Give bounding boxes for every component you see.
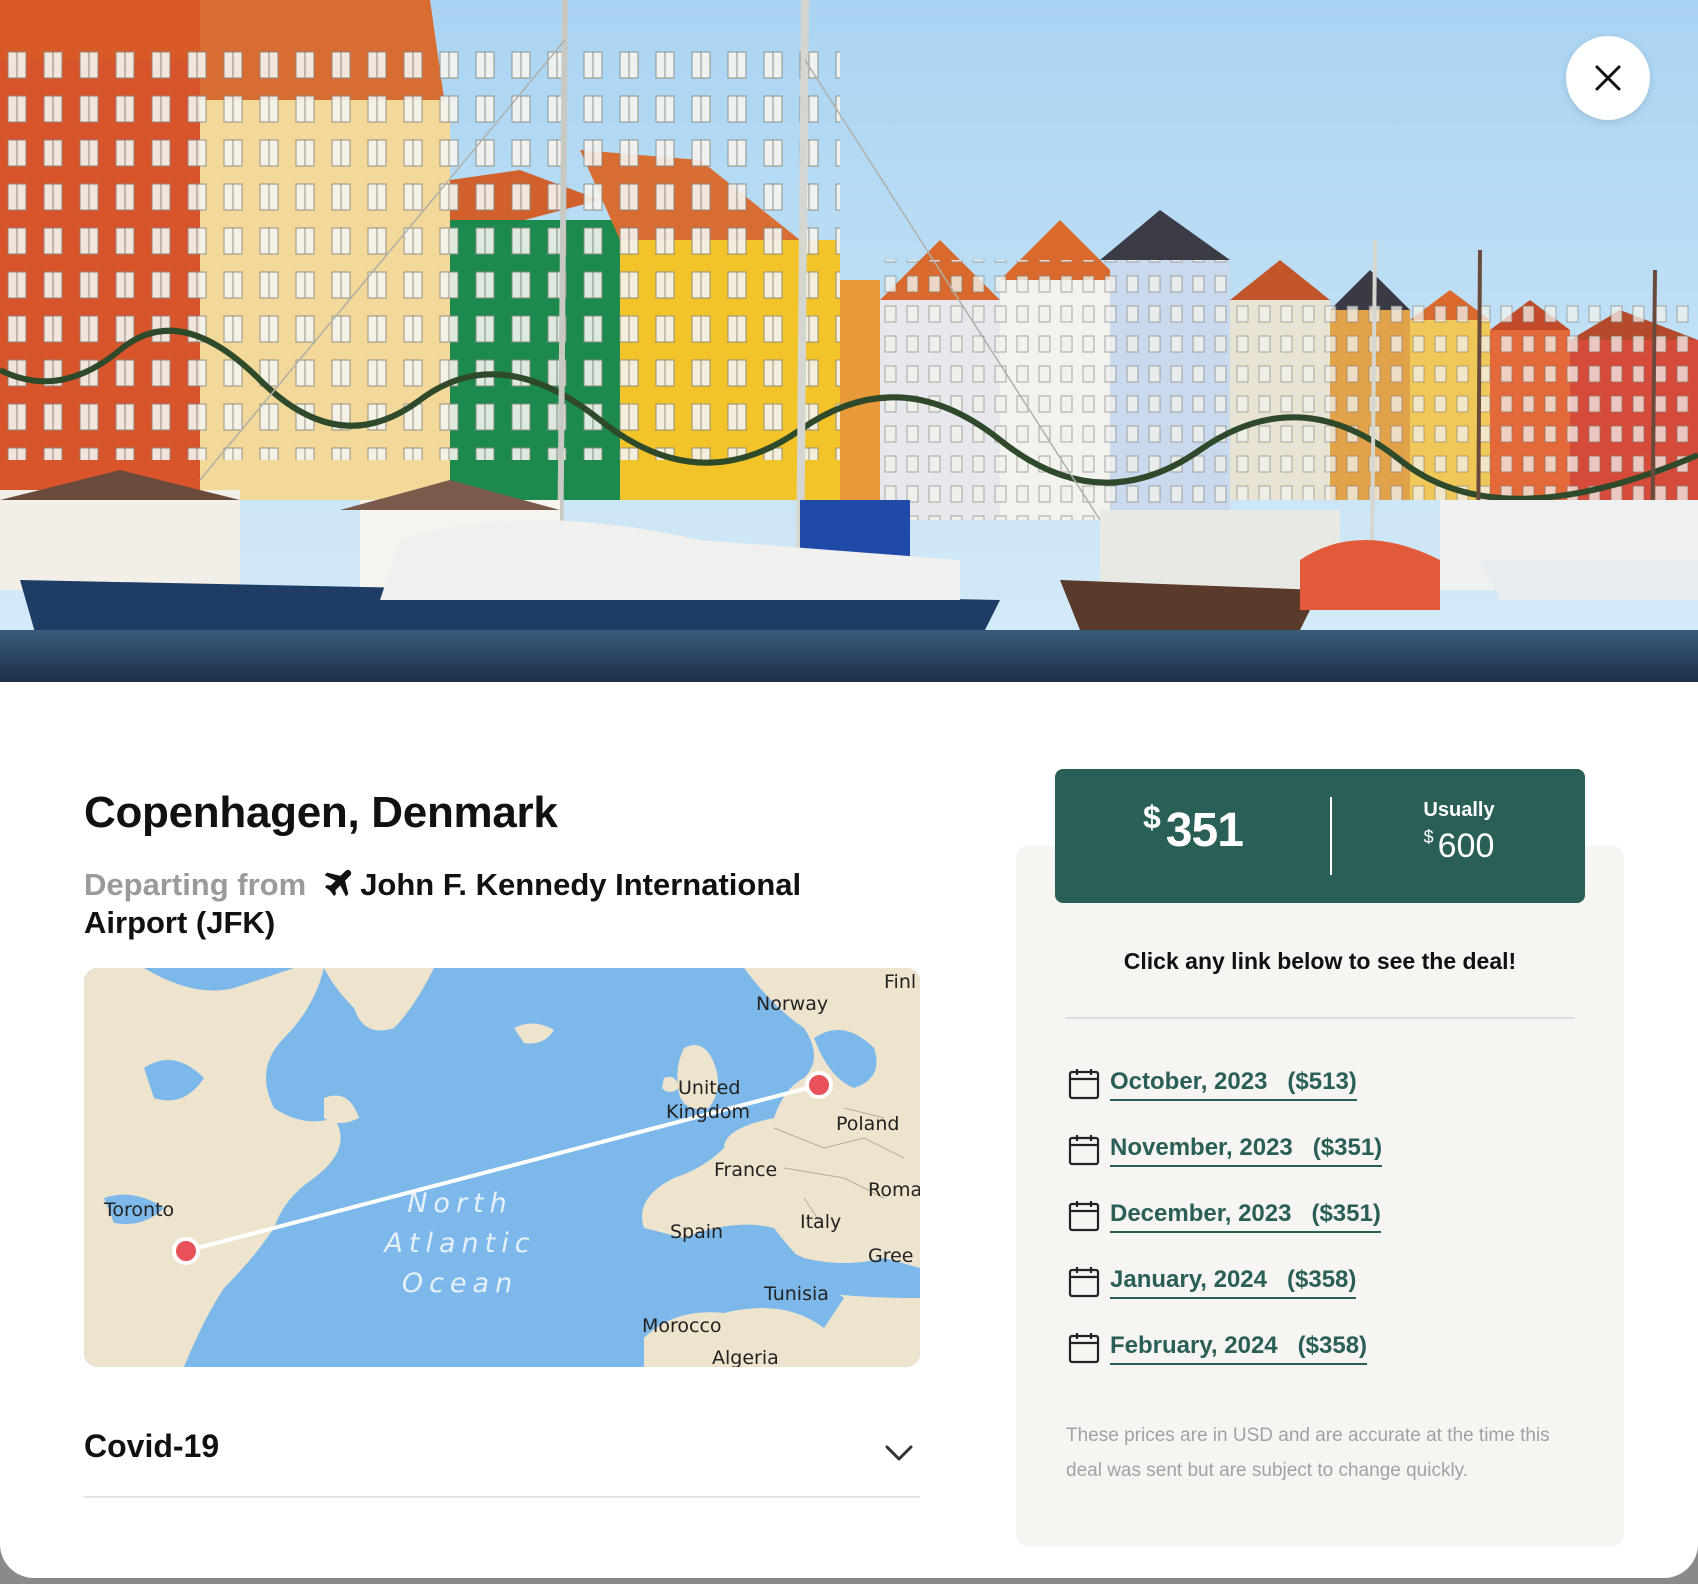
destination-title: Copenhagen, Denmark: [84, 788, 558, 837]
covid-accordion[interactable]: Covid-19: [84, 1410, 920, 1498]
price-divider: [1330, 797, 1332, 875]
map-label-uk-1: United: [678, 1077, 740, 1099]
deal-link-december-2023[interactable]: December, 2023 ($351): [1068, 1196, 1381, 1236]
covid-label: Covid-19: [84, 1428, 220, 1464]
map-label-ocean-2: Atlantic: [382, 1228, 535, 1259]
deal-link-label[interactable]: February, 2024 ($358): [1110, 1332, 1368, 1365]
deal-link-january-2024[interactable]: January, 2024 ($358): [1068, 1262, 1357, 1302]
deal-modal: Copenhagen, Denmark Departing from John F…: [0, 0, 1698, 1578]
usual-price-currency: $: [1423, 827, 1434, 847]
calendar-icon: [1068, 1201, 1100, 1232]
deal-link-february-2024[interactable]: February, 2024 ($358): [1068, 1328, 1368, 1368]
deals-cta: Click any link below to see the deal!: [1123, 948, 1517, 974]
price-box: $351 Usually $600: [1055, 769, 1585, 903]
close-button[interactable]: [1566, 36, 1650, 120]
usual-price-amount: 600: [1437, 827, 1495, 865]
deal-link-label[interactable]: October, 2023 ($513): [1110, 1068, 1357, 1101]
map-label-france: France: [714, 1159, 777, 1181]
map-label-toronto: Toronto: [103, 1199, 174, 1221]
deal-price: $351: [1143, 799, 1244, 858]
deal-link-label[interactable]: January, 2024 ($358): [1110, 1266, 1357, 1299]
map-label-norway: Norway: [756, 993, 828, 1015]
deals-divider: [1066, 1017, 1574, 1019]
map-label-italy: Italy: [800, 1211, 841, 1233]
map-label-romania: Roma: [868, 1179, 920, 1201]
airplane-icon: [324, 869, 352, 897]
route-map[interactable]: Norway Finl United Kingdom Poland France…: [84, 968, 920, 1367]
calendar-icon: [1068, 1135, 1100, 1166]
deal-link-november-2023[interactable]: November, 2023 ($351): [1068, 1130, 1383, 1170]
deal-link-label[interactable]: November, 2023 ($351): [1110, 1134, 1383, 1167]
calendar-icon: [1068, 1069, 1100, 1100]
calendar-icon: [1068, 1267, 1100, 1298]
deal-link-label[interactable]: December, 2023 ($351): [1110, 1200, 1381, 1233]
map-label-uk-2: Kingdom: [666, 1101, 750, 1123]
departing-info: Departing from John F. Kennedy Internatio…: [84, 866, 884, 942]
map-label-poland: Poland: [836, 1113, 899, 1135]
map-label-finland: Finl: [884, 971, 916, 993]
hero-image: [0, 0, 1698, 682]
map-label-ocean-3: Ocean: [402, 1268, 518, 1299]
map-label-tunisia: Tunisia: [763, 1283, 829, 1305]
price-amount: 351: [1165, 804, 1244, 857]
map-label-ocean-1: North: [407, 1188, 513, 1219]
chevron-down-icon: [885, 1445, 913, 1461]
deal-link-october-2023[interactable]: October, 2023 ($513): [1068, 1064, 1357, 1104]
map-label-algeria: Algeria: [712, 1347, 779, 1367]
price-disclaimer: These prices are in USD and are accurate…: [1066, 1425, 1550, 1481]
departing-label: Departing from: [84, 867, 307, 902]
close-icon: [1595, 65, 1621, 91]
map-label-morocco: Morocco: [642, 1315, 722, 1337]
usually-label: Usually: [1423, 799, 1495, 821]
map-label-greece: Gree: [868, 1245, 914, 1267]
calendar-icon: [1068, 1333, 1100, 1364]
usual-price: $600: [1333, 827, 1585, 866]
price-currency: $: [1143, 799, 1161, 835]
map-label-spain: Spain: [670, 1221, 723, 1243]
